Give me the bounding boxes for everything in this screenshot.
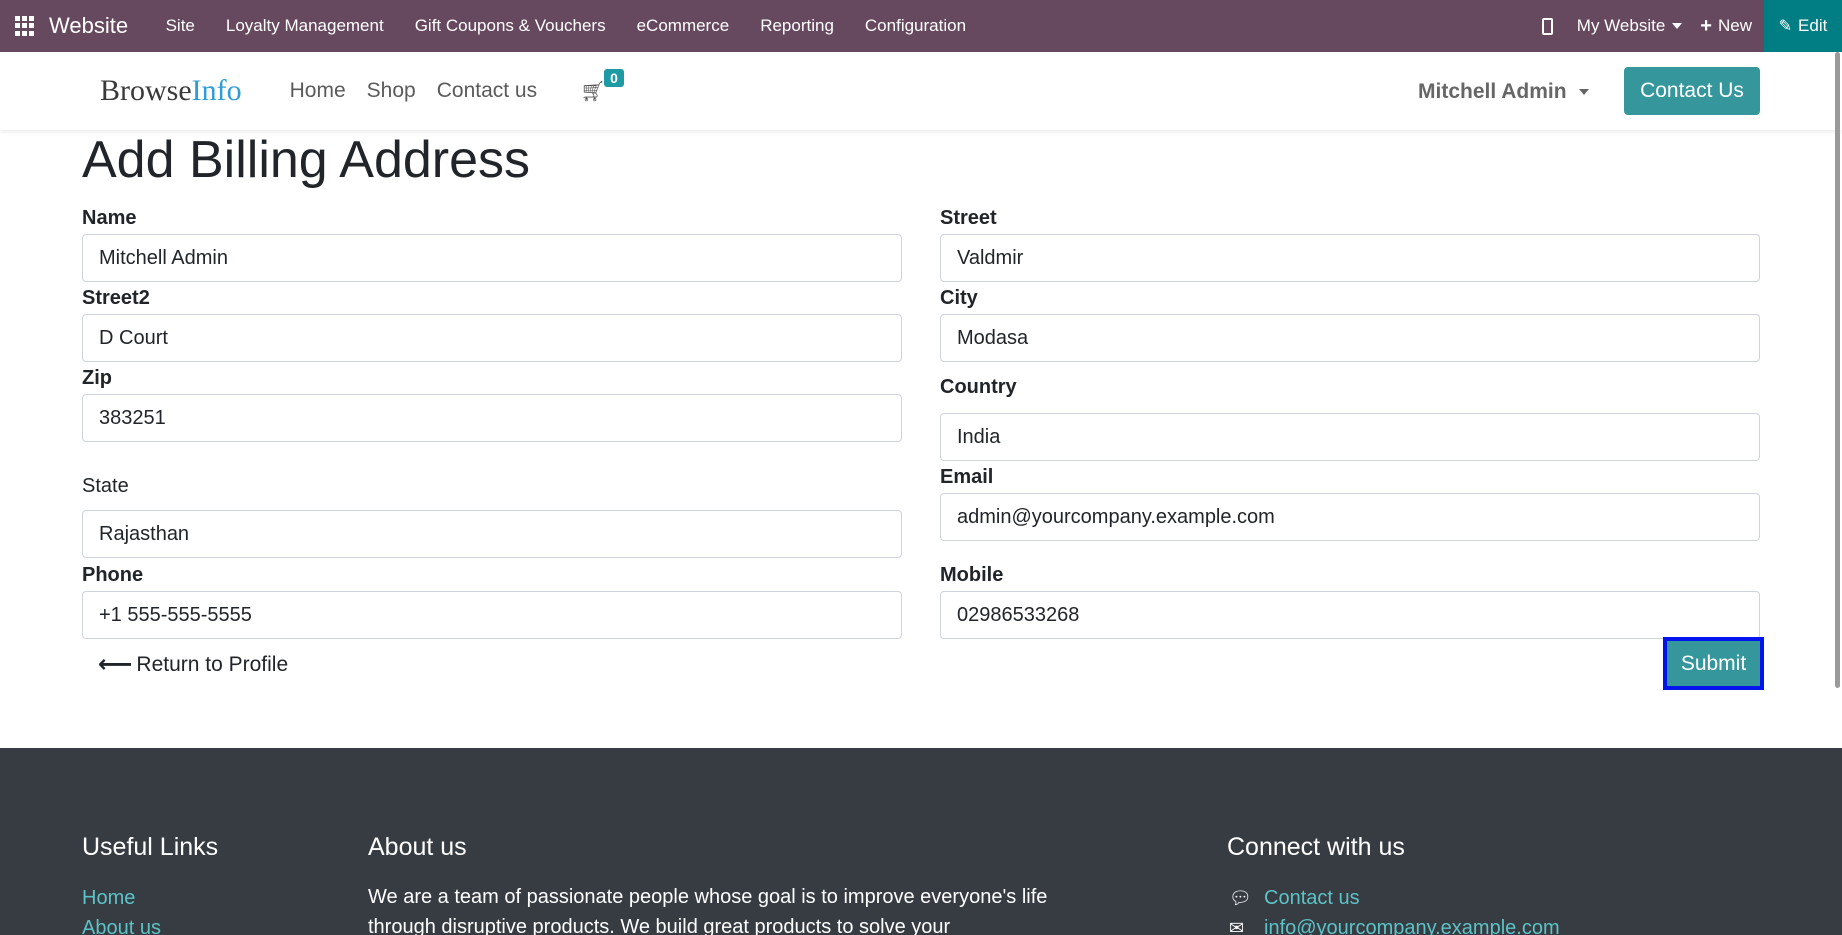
site-nav: Home Shop Contact us: [290, 79, 558, 103]
plus-icon: +: [1700, 14, 1712, 37]
envelope-icon: ✉: [1229, 918, 1245, 935]
return-to-profile-link[interactable]: ⟵ Return to Profile: [98, 650, 288, 679]
name-input[interactable]: [82, 234, 902, 282]
page-scrollbar[interactable]: [1835, 52, 1840, 688]
state-select[interactable]: [82, 510, 902, 558]
menu-configuration[interactable]: Configuration: [849, 16, 981, 36]
edit-button-label: Edit: [1798, 16, 1828, 35]
email-label: Email: [940, 466, 994, 488]
about-text: We are a team of passionate people whose…: [368, 886, 1048, 935]
arrow-left-icon: ⟵: [98, 651, 133, 678]
mobile-label: Mobile: [940, 564, 1004, 586]
name-label: Name: [82, 207, 137, 229]
menu-ecommerce[interactable]: eCommerce: [621, 16, 745, 36]
mobile-input[interactable]: [940, 591, 1760, 639]
submit-focus-ring: Submit: [1663, 637, 1764, 690]
page-title: Add Billing Address: [82, 131, 531, 189]
site-header: BrowseInfo Home Shop Contact us 🛒︎ 0 Mit…: [0, 52, 1842, 130]
state-label: State: [82, 475, 129, 497]
city-input[interactable]: [940, 314, 1760, 362]
country-select[interactable]: [940, 413, 1760, 461]
menu-loyalty-management[interactable]: Loyalty Management: [210, 16, 399, 36]
admin-menu: Site Loyalty Management Gift Coupons & V…: [150, 16, 981, 36]
user-name: Mitchell Admin: [1418, 80, 1567, 103]
zip-label: Zip: [82, 367, 112, 389]
menu-reporting[interactable]: Reporting: [745, 16, 850, 36]
website-selector[interactable]: My Website: [1577, 16, 1683, 36]
submit-button[interactable]: Submit: [1667, 641, 1760, 686]
city-label: City: [940, 287, 978, 309]
topbar-actions: My Website + New ✎ Edit: [1541, 0, 1842, 52]
logo-part-2: Info: [191, 74, 242, 107]
new-button[interactable]: + New: [1700, 15, 1752, 38]
nav-home[interactable]: Home: [290, 79, 346, 103]
street-label: Street: [940, 207, 997, 229]
connect-title: Connect with us: [1227, 833, 1405, 861]
pencil-icon: ✎: [1778, 18, 1793, 35]
zip-input[interactable]: [82, 394, 902, 442]
caret-down-icon: [1578, 89, 1589, 95]
website-selector-label: My Website: [1576, 16, 1666, 35]
menu-gift-coupons[interactable]: Gift Coupons & Vouchers: [399, 16, 621, 36]
country-label: Country: [940, 376, 1017, 398]
nav-contact-us[interactable]: Contact us: [437, 79, 537, 103]
street2-label: Street2: [82, 287, 150, 309]
street2-input[interactable]: [82, 314, 902, 362]
app-name[interactable]: Website: [49, 13, 128, 39]
footer-link-email[interactable]: info@yourcompany.example.com: [1264, 917, 1560, 935]
apps-grid-icon[interactable]: [15, 16, 35, 36]
site-footer: Useful Links Home About us About us We a…: [0, 748, 1842, 935]
phone-label: Phone: [82, 564, 144, 586]
phone-input[interactable]: [82, 591, 902, 639]
contact-us-button[interactable]: Contact Us: [1624, 67, 1760, 115]
email-input[interactable]: [940, 493, 1760, 541]
site-logo[interactable]: BrowseInfo: [100, 74, 242, 108]
shopping-cart-icon: 🛒︎: [580, 81, 606, 103]
cart-count-badge: 0: [604, 69, 624, 87]
footer-link-contact-us[interactable]: Contact us: [1264, 887, 1360, 910]
cart-button[interactable]: 🛒︎ 0: [580, 69, 624, 103]
return-to-profile-label: Return to Profile: [136, 652, 289, 676]
footer-link-home[interactable]: Home: [82, 887, 135, 910]
caret-down-icon: [1672, 23, 1683, 29]
mobile-preview-icon[interactable]: [1541, 17, 1553, 35]
street-input[interactable]: [940, 234, 1760, 282]
nav-shop[interactable]: Shop: [367, 79, 416, 103]
edit-button[interactable]: ✎ Edit: [1764, 0, 1842, 52]
chat-bubble-icon: 💬︎: [1229, 888, 1252, 908]
footer-link-about-us[interactable]: About us: [82, 917, 161, 935]
about-title: About us: [368, 833, 467, 861]
useful-links-title: Useful Links: [82, 833, 219, 861]
user-dropdown[interactable]: Mitchell Admin: [1418, 80, 1589, 104]
logo-part-1: Browse: [100, 74, 192, 107]
menu-site[interactable]: Site: [150, 16, 210, 36]
admin-topbar: Website Site Loyalty Management Gift Cou…: [0, 0, 1842, 52]
new-button-label: New: [1717, 16, 1752, 35]
